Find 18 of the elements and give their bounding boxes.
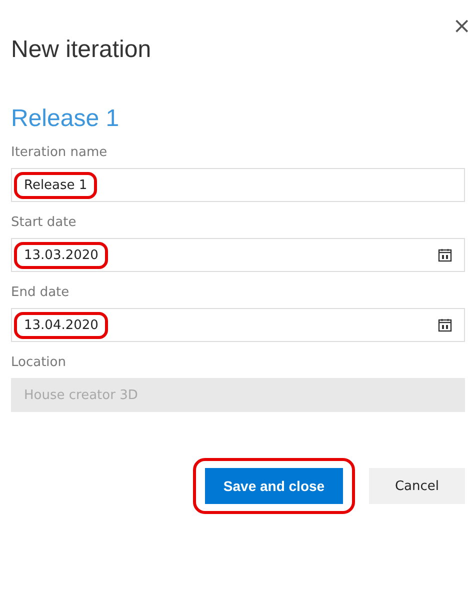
field-label: Iteration name	[11, 144, 108, 162]
dialog-title: New iteration	[11, 35, 152, 65]
calendar-icon[interactable]	[438, 248, 452, 262]
iteration-heading: Release 1	[11, 104, 120, 134]
input-field[interactable]: 13.04.2020	[11, 308, 465, 342]
field-label: Location	[11, 354, 67, 372]
field-value: 13.04.2020	[14, 312, 108, 338]
action-button[interactable]: Cancel	[369, 468, 465, 504]
input-field[interactable]: Release 1	[11, 168, 465, 202]
field-value: Release 1	[14, 172, 98, 198]
field-value: House creator 3D	[23, 386, 139, 404]
calendar-icon[interactable]	[438, 318, 452, 332]
field-value: 13.03.2020	[14, 242, 108, 268]
field-label: End date	[11, 284, 70, 302]
input-field[interactable]: 13.03.2020	[11, 238, 465, 272]
action-button[interactable]: Save and close	[205, 468, 343, 504]
field-label: Start date	[11, 214, 78, 232]
close-button[interactable]: ×	[452, 12, 471, 42]
